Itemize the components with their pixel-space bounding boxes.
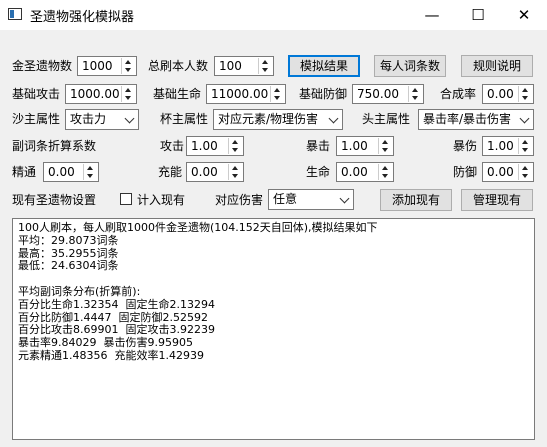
- result-output-textarea[interactable]: 100人刷本，每人刷取1000件金圣遗物(104.152天自回体),模拟结果如下…: [12, 218, 535, 440]
- simulate-button[interactable]: 模拟结果: [288, 55, 360, 77]
- spin-arrows-icon[interactable]: [121, 86, 135, 102]
- manage-current-button[interactable]: 管理现有: [461, 189, 533, 211]
- weight-atk-spinbox[interactable]: 1.00: [186, 136, 244, 156]
- output-line: 最低：24.6304词条: [18, 259, 119, 273]
- weight-hp-spinbox[interactable]: 0.00: [336, 162, 394, 182]
- weight-em-spinbox[interactable]: 0.00: [43, 162, 99, 182]
- element-bonus-value: 任意: [273, 192, 298, 206]
- weight-crit-value: 1.00: [341, 139, 368, 153]
- weight-def-value: 0.00: [487, 165, 514, 179]
- weight-er-value: 0.00: [191, 165, 218, 179]
- substat-weights-title: 副词条折算系数: [12, 139, 97, 153]
- artifact-count-label: 金圣遗物数: [12, 59, 73, 73]
- weight-def-spinbox[interactable]: 0.00: [482, 162, 534, 182]
- spin-arrows-icon[interactable]: [270, 86, 284, 102]
- close-button[interactable]: ✕: [501, 0, 547, 30]
- maximize-button[interactable]: ☐: [455, 0, 501, 30]
- synthesis-rate-spinbox[interactable]: 0.00: [482, 84, 534, 104]
- base-def-value: 750.00: [357, 87, 399, 101]
- artifact-count-value: 1000: [82, 59, 113, 73]
- weight-critdmg-value: 1.00: [487, 139, 514, 153]
- base-hp-spinbox[interactable]: 11000.00: [206, 84, 286, 104]
- weight-em-label: 精通: [12, 165, 37, 179]
- base-hp-label: 基础生命: [153, 87, 202, 101]
- title-bar: 圣遗物强化模拟器 — ☐ ✕: [0, 0, 547, 30]
- circlet-main-stat-select[interactable]: 暴击率/暴击伤害: [418, 109, 534, 130]
- spin-arrows-icon[interactable]: [83, 164, 97, 180]
- synthesis-rate-value: 0.00: [487, 87, 514, 101]
- current-artifacts-label: 现有圣遗物设置: [12, 193, 97, 207]
- spin-arrows-icon[interactable]: [518, 138, 532, 154]
- circlet-main-stat-label: 头主属性: [362, 112, 411, 126]
- total-people-label: 总刷本人数: [148, 59, 209, 73]
- weight-em-value: 0.00: [48, 165, 75, 179]
- chevron-down-icon: [339, 193, 350, 204]
- sands-main-stat-select[interactable]: 攻击力: [65, 109, 139, 130]
- sands-main-stat-value: 攻击力: [70, 112, 107, 126]
- per-person-substats-button[interactable]: 每人词条数: [374, 55, 446, 77]
- weight-atk-label: 攻击: [160, 139, 185, 153]
- output-line: 百分比生命1.32354 固定生命2.13294: [18, 297, 215, 311]
- goblet-main-stat-value: 对应元素/物理伤害: [218, 112, 319, 126]
- spin-arrows-icon[interactable]: [518, 164, 532, 180]
- total-people-value: 100: [219, 59, 242, 73]
- synthesis-rate-label: 合成率: [440, 87, 477, 101]
- goblet-main-stat-label: 杯主属性: [160, 112, 209, 126]
- weight-def-label: 防御: [453, 165, 478, 179]
- app-icon: [8, 8, 22, 20]
- goblet-main-stat-select[interactable]: 对应元素/物理伤害: [213, 109, 343, 130]
- output-line: 100人刷本，每人刷取1000件金圣遗物(104.152天自回体),模拟结果如下: [18, 221, 378, 234]
- output-line: 元素精通1.48356 充能效率1.42939: [18, 348, 204, 362]
- circlet-main-stat-value: 暴击率/暴击伤害: [423, 112, 512, 126]
- base-atk-value: 1000.00: [70, 87, 120, 101]
- spin-arrows-icon[interactable]: [228, 164, 242, 180]
- main-panel: 金圣遗物数 1000 总刷本人数 100 模拟结果 每人词条数 规则说明 基础攻…: [0, 30, 547, 447]
- base-def-spinbox[interactable]: 750.00: [352, 84, 424, 104]
- weight-atk-value: 1.00: [191, 139, 218, 153]
- spin-arrows-icon[interactable]: [378, 164, 392, 180]
- weight-critdmg-spinbox[interactable]: 1.00: [482, 136, 534, 156]
- minimize-button[interactable]: —: [409, 0, 455, 30]
- base-atk-spinbox[interactable]: 1000.00: [65, 84, 137, 104]
- weight-hp-label: 生命: [306, 165, 331, 179]
- chevron-down-icon: [328, 113, 339, 124]
- include-current-label[interactable]: 计入现有: [137, 190, 185, 210]
- element-bonus-label: 对应伤害: [215, 193, 264, 207]
- add-current-button[interactable]: 添加现有: [380, 189, 452, 211]
- artifact-count-spinbox[interactable]: 1000: [77, 56, 137, 76]
- rules-button[interactable]: 规则说明: [461, 55, 533, 77]
- element-bonus-select[interactable]: 任意: [268, 189, 354, 210]
- weight-er-label: 充能: [158, 165, 183, 179]
- spin-arrows-icon[interactable]: [378, 138, 392, 154]
- base-atk-label: 基础攻击: [12, 87, 61, 101]
- total-people-spinbox[interactable]: 100: [214, 56, 274, 76]
- include-current-checkbox[interactable]: [120, 193, 132, 205]
- output-line: 平均：29.8073词条: [18, 233, 119, 247]
- weight-crit-label: 暴击: [306, 139, 331, 153]
- weight-hp-value: 0.00: [341, 165, 368, 179]
- spin-arrows-icon[interactable]: [258, 58, 272, 74]
- base-def-label: 基础防御: [299, 87, 348, 101]
- base-hp-value: 11000.00: [211, 87, 269, 101]
- chevron-down-icon: [519, 113, 530, 124]
- spin-arrows-icon[interactable]: [121, 58, 135, 74]
- weight-er-spinbox[interactable]: 0.00: [186, 162, 244, 182]
- spin-arrows-icon[interactable]: [228, 138, 242, 154]
- chevron-down-icon: [124, 113, 135, 124]
- weight-crit-spinbox[interactable]: 1.00: [336, 136, 394, 156]
- sands-main-stat-label: 沙主属性: [12, 112, 61, 126]
- spin-arrows-icon[interactable]: [518, 86, 532, 102]
- spin-arrows-icon[interactable]: [408, 86, 422, 102]
- window-title: 圣遗物强化模拟器: [30, 10, 135, 25]
- output-line: 平均副词条分布(折算前):: [18, 284, 141, 298]
- weight-critdmg-label: 暴伤: [453, 139, 478, 153]
